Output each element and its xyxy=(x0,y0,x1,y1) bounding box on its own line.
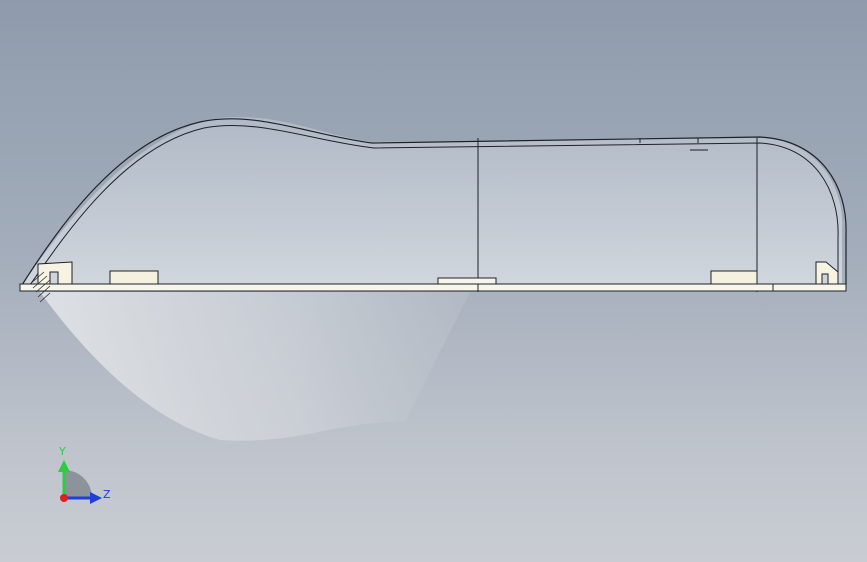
triad-y-label: Y xyxy=(58,445,66,458)
triad-x-axis-dot xyxy=(60,494,68,502)
base-plate xyxy=(19,283,847,292)
triad-z-label: Z xyxy=(103,488,111,501)
view-orientation-triad-icon[interactable]: Y Z xyxy=(58,445,111,504)
triad-quadrant xyxy=(64,470,92,498)
model-view-canvas[interactable]: Y Z xyxy=(0,0,867,562)
lower-ghost-body xyxy=(40,292,470,441)
left-boss xyxy=(109,270,159,285)
cad-graphics-viewport[interactable]: Y Z xyxy=(0,0,867,562)
right-boss xyxy=(710,270,758,285)
center-boss xyxy=(437,277,497,285)
triad-y-arrow xyxy=(58,460,70,472)
triad-z-arrow xyxy=(90,492,102,504)
